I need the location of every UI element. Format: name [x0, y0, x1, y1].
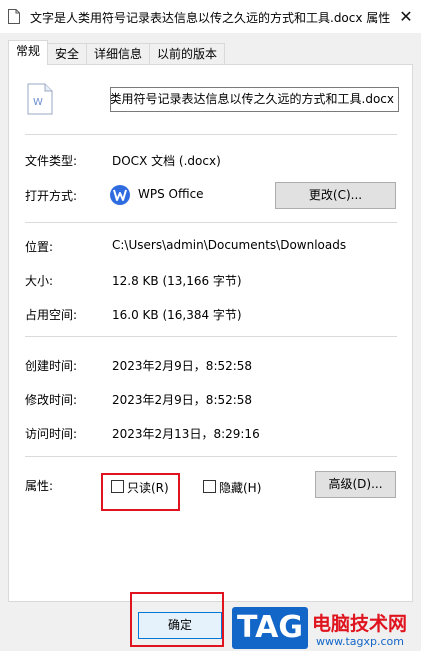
watermark-site-name: 电脑技术网 [312, 613, 408, 635]
divider [25, 134, 397, 135]
watermark: TAG 电脑技术网 www.tagxp.com [230, 603, 421, 651]
ok-highlight-box [130, 592, 224, 647]
location-label: 位置: [25, 240, 54, 254]
file-name-input[interactable]: 文字是人类用符号记录表达信息以传之久远的方式和工具.docx [110, 87, 399, 112]
attributes-label: 属性: [25, 479, 54, 493]
created-value: 2023年2月9日，8:52:58 [112, 359, 253, 373]
general-panel: W 文字是人类用符号记录表达信息以传之久远的方式和工具.docx 文件类型: D… [8, 64, 413, 602]
accessed-label: 访问时间: [25, 427, 78, 441]
opens-with-label: 打开方式: [25, 189, 78, 203]
watermark-url: www.tagxp.com [316, 635, 404, 648]
docx-file-icon: W [27, 83, 53, 115]
window-title: 文字是人类用符号记录表达信息以传之久远的方式和工具.docx 属性 [30, 11, 390, 25]
modified-value: 2023年2月9日，8:52:58 [112, 393, 253, 407]
size-value: 12.8 KB (13,166 字节) [112, 274, 242, 288]
location-value: C:\Users\admin\Documents\Downloads [112, 238, 347, 252]
divider [25, 456, 397, 457]
document-icon [8, 9, 20, 24]
size-on-disk-value: 16.0 KB (16,384 字节) [112, 308, 242, 322]
accessed-value: 2023年2月13日，8:29:16 [112, 427, 260, 441]
hidden-checkbox[interactable] [203, 480, 216, 493]
close-icon: ✕ [399, 7, 413, 26]
tab-details[interactable]: 详细信息 [86, 43, 151, 65]
divider [25, 336, 397, 337]
readonly-highlight-box [101, 473, 180, 511]
title-bar: 文字是人类用符号记录表达信息以传之久远的方式和工具.docx 属性 ✕ [0, 0, 421, 33]
file-type-label: 文件类型: [25, 154, 78, 168]
tab-previous-versions[interactable]: 以前的版本 [149, 43, 226, 65]
advanced-button[interactable]: 高级(D)... [315, 471, 396, 498]
tab-general[interactable]: 常规 [8, 40, 49, 65]
watermark-logo: TAG [232, 607, 308, 649]
file-name-text: 文字是人类用符号记录表达信息以传之久远的方式和工具.docx [110, 92, 394, 106]
modified-label: 修改时间: [25, 393, 78, 407]
divider [25, 222, 397, 223]
wps-office-icon [110, 185, 130, 205]
change-button[interactable]: 更改(C)... [275, 182, 396, 209]
hidden-label[interactable]: 隐藏(H) [219, 479, 261, 496]
file-type-value: DOCX 文档 (.docx) [112, 154, 221, 168]
size-on-disk-label: 占用空间: [25, 308, 78, 322]
opens-with-value: WPS Office [138, 187, 204, 201]
close-button[interactable]: ✕ [391, 0, 421, 33]
created-label: 创建时间: [25, 359, 78, 373]
tab-security[interactable]: 安全 [47, 43, 88, 65]
svg-text:W: W [33, 97, 43, 108]
size-label: 大小: [25, 274, 54, 288]
tab-strip: 常规 安全 详细信息 以前的版本 [8, 40, 226, 65]
